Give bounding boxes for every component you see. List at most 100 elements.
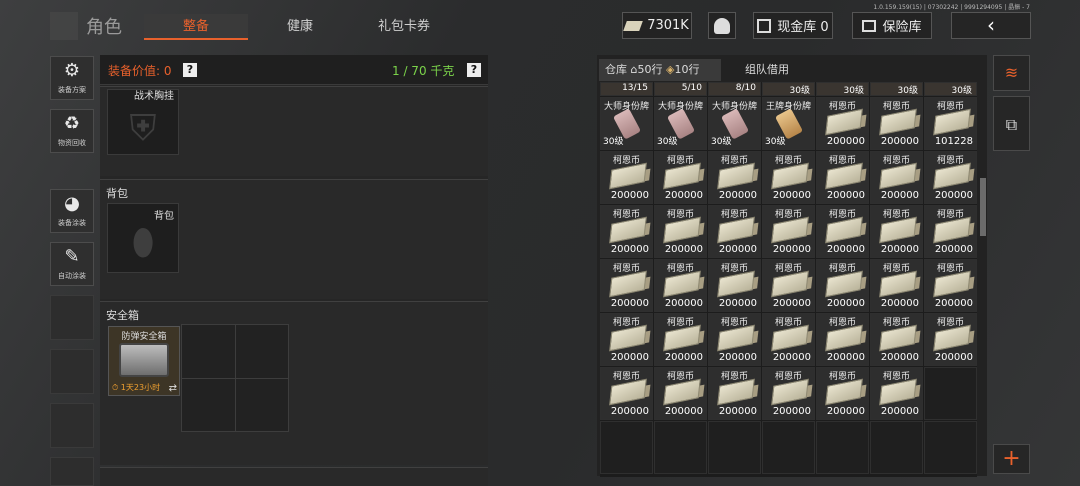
item-amount: 200000 <box>826 136 865 147</box>
safe-vault-button[interactable]: 保险库 <box>852 12 932 39</box>
sidebar-item-auto-skin[interactable]: ✎ 自动涂装 <box>50 242 94 286</box>
currency-item[interactable]: 柯恩币 200000 <box>654 205 707 258</box>
slot-label: 战术胸挂 <box>134 91 174 102</box>
id-card-item[interactable]: 大师身份牌 30级 <box>600 97 653 150</box>
empty-slot[interactable] <box>708 421 761 474</box>
back-button[interactable]: ‹ <box>951 12 1031 39</box>
safe-box-item[interactable]: 防弹安全箱 ⏱ 1天23小时 ⇄ <box>108 326 180 396</box>
currency-item[interactable]: 柯恩币 200000 <box>708 313 761 366</box>
cash-stack-icon <box>717 270 755 298</box>
warehouse-top-cell[interactable]: 30级 <box>870 82 923 96</box>
warehouse-top-cell[interactable]: 5/10 <box>654 82 707 96</box>
currency-item[interactable]: 柯恩币 200000 <box>654 367 707 420</box>
currency-item[interactable]: 柯恩币 200000 <box>816 205 869 258</box>
empty-slot[interactable] <box>762 421 815 474</box>
help-icon[interactable]: ? <box>467 63 481 77</box>
currency-item[interactable]: 柯恩币 200000 <box>762 367 815 420</box>
sidebar-item-skin[interactable]: ◕ 装备涂装 <box>50 189 94 233</box>
warehouse-top-cell[interactable]: 30级 <box>924 82 977 96</box>
safe-box-grid[interactable] <box>181 324 289 432</box>
empty-slot[interactable] <box>600 421 653 474</box>
tab-prep[interactable]: 整备 <box>144 14 248 40</box>
help-icon[interactable]: ? <box>183 63 197 77</box>
currency-item[interactable]: 柯恩币 200000 <box>600 313 653 366</box>
tab-gift-cards[interactable]: 礼包卡券 <box>352 14 456 40</box>
warehouse-scrollbar[interactable] <box>980 178 986 236</box>
vest-silhouette-icon: ⛨ <box>129 108 157 149</box>
sidebar-item-label: 装备方案 <box>58 86 86 94</box>
currency-item[interactable]: 柯恩币 200000 <box>654 259 707 312</box>
currency-item[interactable]: 柯恩币 200000 <box>870 97 923 150</box>
currency-item[interactable]: 柯恩币 200000 <box>762 151 815 204</box>
currency-item[interactable]: 柯恩币 200000 <box>816 151 869 204</box>
currency-item[interactable]: 柯恩币 200000 <box>924 259 977 312</box>
top-cell-label: 30级 <box>951 86 972 96</box>
id-card-item[interactable]: 大师身份牌 30级 <box>654 97 707 150</box>
currency-item[interactable]: 柯恩币 200000 <box>870 367 923 420</box>
id-card-item[interactable]: 大师身份牌 30级 <box>708 97 761 150</box>
swap-icon[interactable]: ⇄ <box>169 383 177 394</box>
empty-slot[interactable] <box>816 421 869 474</box>
currency-item[interactable]: 柯恩币 200000 <box>870 205 923 258</box>
weight-label: 1 / 70 千克 <box>392 64 455 78</box>
trader-icon[interactable] <box>708 12 736 39</box>
currency-item[interactable]: 柯恩币 200000 <box>708 259 761 312</box>
sidebar-item-loadout[interactable]: ⚙ 装备方案 <box>50 56 94 100</box>
empty-slot[interactable] <box>870 421 923 474</box>
currency-item[interactable]: 柯恩币 200000 <box>924 151 977 204</box>
warehouse-top-cell[interactable]: 8/10 <box>708 82 761 96</box>
currency-item[interactable]: 柯恩币 200000 <box>870 313 923 366</box>
item-amount: 200000 <box>664 352 703 363</box>
currency-item[interactable]: 柯恩币 200000 <box>924 205 977 258</box>
auto-organize-button[interactable]: ⧉ <box>993 96 1030 151</box>
tab-team-borrow[interactable]: 组队借用 <box>739 59 809 81</box>
item-amount: 200000 <box>610 244 649 255</box>
helmet-icon: ◕ <box>64 193 80 214</box>
item-amount: 200000 <box>826 352 865 363</box>
currency-item[interactable]: 柯恩币 200000 <box>600 151 653 204</box>
currency-balance: 7301K <box>622 12 692 39</box>
currency-item[interactable]: 柯恩币 200000 <box>708 205 761 258</box>
item-name: 防弹安全箱 <box>121 332 167 342</box>
currency-item[interactable]: 柯恩币 200000 <box>816 367 869 420</box>
currency-item[interactable]: 柯恩币 200000 <box>762 205 815 258</box>
empty-slot[interactable] <box>654 421 707 474</box>
tab-health[interactable]: 健康 <box>250 14 350 40</box>
currency-item[interactable]: 柯恩币 200000 <box>816 313 869 366</box>
id-card-item[interactable]: 王牌身份牌 30级 <box>762 97 815 150</box>
cash-stack-icon <box>771 324 809 352</box>
cash-stack-icon <box>663 216 701 244</box>
warehouse-top-cell[interactable]: 13/15 <box>600 82 653 96</box>
currency-item[interactable]: 柯恩币 101228 <box>924 97 977 150</box>
currency-item[interactable]: 柯恩币 200000 <box>924 313 977 366</box>
currency-item[interactable]: 柯恩币 200000 <box>654 151 707 204</box>
currency-item[interactable]: 柯恩币 200000 <box>600 367 653 420</box>
page-title: 角色 <box>86 17 122 38</box>
item-amount: 200000 <box>664 190 703 201</box>
currency-item[interactable]: 柯恩币 200000 <box>870 259 923 312</box>
tactical-vest-slot[interactable]: 战术胸挂 ⛨ <box>107 89 179 155</box>
armored-case-icon <box>119 343 169 377</box>
warehouse-top-cell[interactable]: 30级 <box>762 82 815 96</box>
backpack-slot[interactable]: 背包 ⬮ <box>107 203 179 273</box>
item-amount: 200000 <box>772 352 811 363</box>
add-button[interactable]: + <box>993 444 1030 474</box>
empty-slot[interactable] <box>924 421 977 474</box>
currency-item[interactable]: 柯恩币 200000 <box>816 259 869 312</box>
currency-item[interactable]: 柯恩币 200000 <box>708 151 761 204</box>
currency-item[interactable]: 柯恩币 200000 <box>654 313 707 366</box>
empty-slot[interactable] <box>924 367 977 420</box>
currency-item[interactable]: 柯恩币 200000 <box>816 97 869 150</box>
currency-item[interactable]: 柯恩币 200000 <box>600 259 653 312</box>
warehouse-top-cell[interactable]: 30级 <box>816 82 869 96</box>
currency-item[interactable]: 柯恩币 200000 <box>708 367 761 420</box>
currency-item[interactable]: 柯恩币 200000 <box>600 205 653 258</box>
currency-item[interactable]: 柯恩币 200000 <box>762 313 815 366</box>
sort-stack-button[interactable]: ≋ <box>993 55 1030 91</box>
sidebar-item-recycle[interactable]: ♻ 物资回收 <box>50 109 94 153</box>
currency-item[interactable]: 柯恩币 200000 <box>870 151 923 204</box>
tab-warehouse[interactable]: 仓库 ⌂50行 ◈10行 <box>599 59 721 81</box>
cash-vault-button[interactable]: 现金库 0 <box>753 12 833 39</box>
item-amount: 200000 <box>826 244 865 255</box>
currency-item[interactable]: 柯恩币 200000 <box>762 259 815 312</box>
